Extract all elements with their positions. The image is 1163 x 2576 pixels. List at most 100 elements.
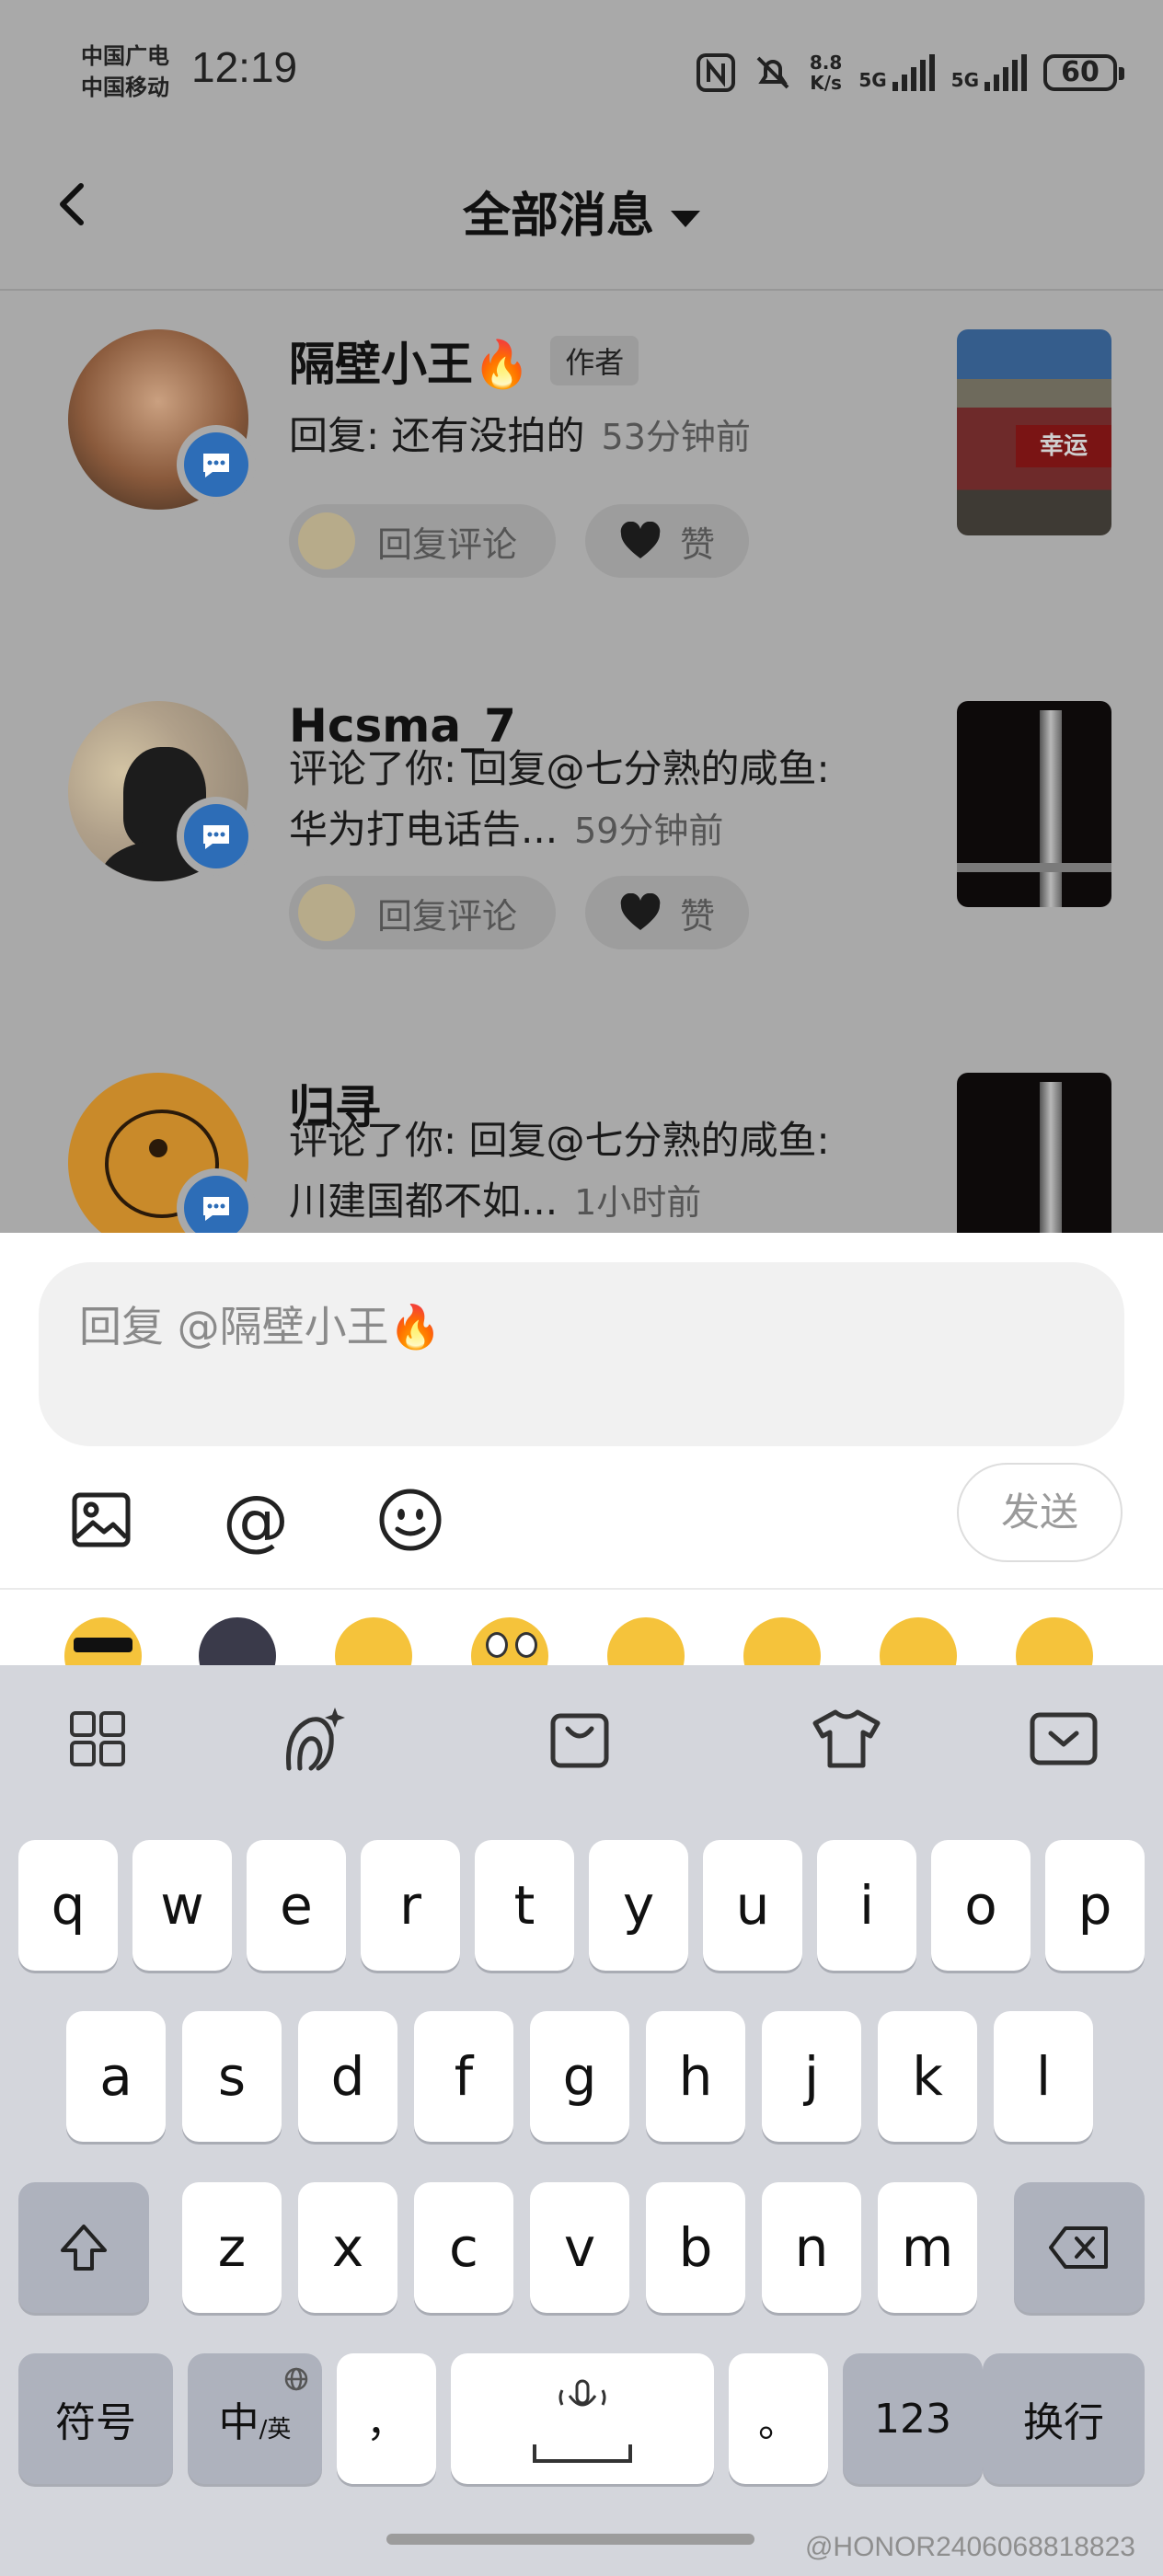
like-button[interactable]: 赞 — [585, 504, 749, 578]
emoji-row — [0, 1592, 1163, 1665]
message-item[interactable]: 隔壁小王🔥 作者 回复: 还有没拍的 53分钟前 回复评论 赞 幸运 — [0, 291, 1163, 662]
reply-comment-button[interactable]: 回复评论 — [289, 876, 556, 949]
symbols-key[interactable]: 符号 — [18, 2353, 173, 2484]
heart-icon — [620, 522, 661, 558]
keyboard-menu-button[interactable] — [61, 1702, 134, 1776]
key-y[interactable]: y — [589, 1840, 688, 1971]
timestamp: 53分钟前 — [601, 417, 751, 457]
key-r[interactable]: r — [361, 1840, 460, 1971]
dropdown-caret-icon — [671, 211, 700, 227]
enter-key[interactable]: 换行 — [983, 2353, 1145, 2484]
key-x[interactable]: x — [298, 2182, 397, 2313]
divider — [0, 1588, 1163, 1590]
post-thumbnail[interactable] — [957, 701, 1111, 907]
message-text: 回复: 还有没拍的 53分钟前 — [289, 413, 751, 458]
key-z[interactable]: z — [182, 2182, 282, 2313]
key-c[interactable]: c — [414, 2182, 513, 2313]
nfc-icon — [696, 53, 735, 92]
message-item[interactable]: 归寻 评论了你: 回复@七分熟的咸鱼: 川建国都不如... 1小时前 — [0, 1034, 1163, 1233]
shift-key[interactable] — [18, 2182, 149, 2313]
key-g[interactable]: g — [530, 2011, 629, 2142]
backspace-key[interactable] — [1014, 2182, 1145, 2313]
key-t[interactable]: t — [475, 1840, 574, 1971]
key-s[interactable]: s — [182, 2011, 282, 2142]
bag-icon — [550, 1713, 609, 1768]
carrier-1: 中国广电 — [81, 43, 169, 69]
comma-key[interactable]: ， — [337, 2353, 436, 2484]
numbers-key[interactable]: 123 — [843, 2353, 983, 2484]
language-switch-key[interactable]: 中/英 — [188, 2353, 322, 2484]
header: 全部消息 — [0, 138, 1163, 291]
key-a[interactable]: a — [66, 2011, 166, 2142]
emoji-pleading-icon[interactable] — [607, 1617, 685, 1665]
sender-name[interactable]: 隔壁小王🔥 作者 — [289, 328, 639, 394]
globe-icon — [284, 2367, 308, 2391]
at-icon: @ — [223, 1481, 289, 1558]
reply-placeholder: 回复 @隔壁小王🔥 — [79, 1302, 442, 1351]
message-text-line-2: 华为打电话告... 59分钟前 — [289, 807, 724, 852]
emoji-dark-face-icon[interactable] — [199, 1617, 276, 1665]
emoji-dizzy-icon[interactable] — [335, 1617, 412, 1665]
timestamp: 1小时前 — [574, 1182, 702, 1223]
key-v[interactable]: v — [530, 2182, 629, 2313]
watermark: @HONOR2406068818823 — [804, 2532, 1135, 2562]
key-j[interactable]: j — [762, 2011, 861, 2142]
my-avatar — [298, 884, 355, 941]
heart-icon — [620, 893, 661, 930]
mention-button[interactable]: @ — [219, 1481, 293, 1558]
status-bar: 中国广电 中国移动 12:19 8.8 K/s 5G 5G 60 — [0, 0, 1163, 138]
emoji-shy-icon[interactable] — [743, 1617, 821, 1665]
comment-bubble-icon — [203, 825, 229, 849]
skin-button[interactable] — [810, 1702, 883, 1776]
clipboard-button[interactable] — [543, 1702, 616, 1776]
post-thumbnail[interactable]: 幸运 — [957, 329, 1111, 535]
post-thumbnail[interactable] — [957, 1073, 1111, 1233]
key-l[interactable]: l — [994, 2011, 1093, 2142]
period-key[interactable]: 。 — [729, 2353, 828, 2484]
page-title[interactable]: 全部消息 — [0, 177, 1163, 246]
smiley-icon — [379, 1489, 442, 1551]
emoji-crying-icon[interactable] — [880, 1617, 957, 1665]
send-button[interactable]: 发送 — [957, 1463, 1123, 1562]
key-w[interactable]: w — [132, 1840, 232, 1971]
key-d[interactable]: d — [298, 2011, 397, 2142]
key-k[interactable]: k — [878, 2011, 977, 2142]
key-b[interactable]: b — [646, 2182, 745, 2313]
hide-keyboard-button[interactable] — [1027, 1702, 1100, 1776]
microphone-icon — [558, 2379, 606, 2407]
message-text-line-2: 川建国都不如... 1小时前 — [289, 1179, 702, 1224]
key-o[interactable]: o — [931, 1840, 1031, 1971]
carrier-2: 中国移动 — [81, 75, 169, 100]
reply-comment-button[interactable]: 回复评论 — [289, 504, 556, 578]
space-key[interactable] — [451, 2353, 714, 2484]
key-h[interactable]: h — [646, 2011, 745, 2142]
emoji-button[interactable] — [374, 1483, 447, 1557]
signal-1-icon: 5G — [858, 54, 935, 91]
home-indicator[interactable] — [386, 2534, 754, 2545]
keyboard: q w e r t y u i o p a s d f g h j k l z … — [0, 1665, 1163, 2576]
timestamp: 59分钟前 — [574, 811, 724, 851]
message-text-line-1: 评论了你: 回复@七分熟的咸鱼: — [289, 746, 830, 791]
key-q[interactable]: q — [18, 1840, 118, 1971]
reply-input[interactable]: 回复 @隔壁小王🔥 — [39, 1262, 1124, 1446]
comment-bubble-icon — [203, 1197, 229, 1221]
message-text-line-1: 评论了你: 回复@七分熟的咸鱼: — [289, 1118, 830, 1163]
key-n[interactable]: n — [762, 2182, 861, 2313]
emoji-sunglasses-icon[interactable] — [64, 1617, 142, 1665]
signal-2-icon: 5G — [951, 54, 1027, 91]
ai-assistant-button[interactable] — [276, 1702, 350, 1776]
key-e[interactable]: e — [247, 1840, 346, 1971]
tshirt-icon — [812, 1709, 881, 1768]
backspace-icon — [1049, 2226, 1108, 2269]
emoji-grimace-icon[interactable] — [1016, 1617, 1093, 1665]
key-u[interactable]: u — [703, 1840, 802, 1971]
image-button[interactable] — [64, 1483, 138, 1557]
key-f[interactable]: f — [414, 2011, 513, 2142]
like-button[interactable]: 赞 — [585, 876, 749, 949]
key-p[interactable]: p — [1045, 1840, 1145, 1971]
battery-icon: 60 — [1043, 54, 1124, 91]
emoji-surprised-icon[interactable] — [471, 1617, 548, 1665]
message-item[interactable]: Hcsma_7 评论了你: 回复@七分熟的咸鱼: 华为打电话告... 59分钟前 … — [0, 662, 1163, 1034]
key-m[interactable]: m — [878, 2182, 977, 2313]
key-i[interactable]: i — [817, 1840, 916, 1971]
